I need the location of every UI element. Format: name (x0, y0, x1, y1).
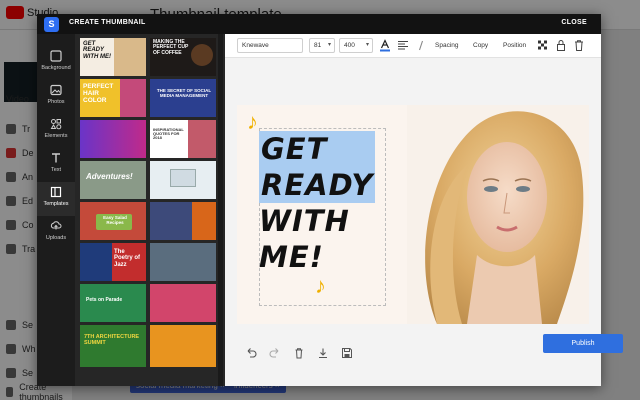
photos-icon (50, 84, 62, 96)
modal-title: CREATE THUMBNAIL (69, 19, 146, 26)
rail-item-elements[interactable]: Elements (37, 114, 75, 148)
rail-label: Photos (47, 99, 65, 105)
delete-icon[interactable] (573, 39, 585, 52)
templates-scrollbar[interactable] (218, 34, 223, 386)
template-get-ready[interactable]: GET READY WITH ME! (80, 38, 146, 76)
templates-panel: GET READY WITH ME! MAKING THE PERFECT CU… (75, 34, 225, 386)
trash-icon[interactable] (293, 347, 305, 359)
music-note-icon: ♪ (247, 109, 258, 134)
editor-area: Knewave 81▾ 400▾ Spacing Copy Position (225, 34, 623, 386)
rail-label: Uploads (45, 235, 67, 241)
template-roses[interactable] (150, 284, 216, 322)
template-grid[interactable] (150, 243, 216, 281)
rail-item-background[interactable]: Background (37, 46, 75, 80)
template-salad[interactable]: Easy Salad Recipes (80, 202, 146, 240)
rail-label: Templates (43, 201, 69, 207)
rail-label: Text (50, 167, 62, 173)
tool-rail: Background Photos Elements Text Template… (37, 34, 75, 386)
italic-icon[interactable] (415, 39, 427, 52)
flowers-photo (188, 120, 216, 158)
headline-line: WITH (259, 204, 350, 238)
template-laptop[interactable] (150, 161, 216, 199)
laptop-icon (170, 169, 196, 187)
thumbnail-canvas[interactable]: GET READY WITH ME! ♪ ♪ (237, 105, 589, 324)
download-icon[interactable] (317, 347, 329, 359)
woman-photo (407, 105, 589, 324)
template-pets[interactable]: Pets on Parade (80, 284, 146, 322)
create-thumbnail-modal: S CREATE THUMBNAIL CLOSE Background Phot… (37, 14, 623, 386)
redo-icon[interactable] (269, 347, 281, 359)
headline-line: GET (259, 131, 376, 167)
align-left-icon[interactable] (397, 39, 409, 52)
templates-icon (50, 186, 62, 198)
template-social-media[interactable]: THE SECRET OF SOCIAL MEDIA MANAGEMENT (150, 79, 216, 117)
save-icon[interactable] (341, 347, 353, 359)
elements-icon (50, 119, 62, 130)
template-berries[interactable] (150, 202, 216, 240)
template-photo (114, 38, 146, 76)
template-purple[interactable] (80, 120, 146, 158)
template-adventures[interactable]: Adventures! (80, 161, 146, 199)
coffee-cup-icon (191, 44, 213, 66)
template-photo (120, 79, 146, 117)
template-coffee[interactable]: MAKING THE PERFECT CUP OF COFFEE (150, 38, 216, 76)
text-icon (52, 153, 60, 163)
template-oranges[interactable] (150, 325, 216, 367)
publish-button[interactable]: Publish (543, 334, 623, 353)
copy-button[interactable]: Copy (473, 42, 488, 49)
brand-logo-icon: S (44, 17, 59, 32)
transparency-icon[interactable] (537, 39, 549, 52)
chevron-down-icon: ▾ (365, 42, 369, 48)
text-color-icon[interactable] (379, 39, 391, 52)
text-toolbar: Knewave 81 ▾ 400 ▾ Spacing Copy Position (225, 34, 601, 58)
modal-header: S CREATE THUMBNAIL CLOSE (37, 14, 601, 34)
canvas-area: GET READY WITH ME! ♪ ♪ (225, 58, 601, 338)
font-weight-select[interactable]: 400 ▾ (339, 38, 373, 53)
template-hair-color[interactable]: PERFECT HAIR COLOR (80, 79, 146, 117)
template-architecture[interactable]: 7TH ARCHITECTURE SUMMIT (80, 325, 146, 367)
rail-item-templates[interactable]: Templates (37, 182, 75, 216)
headline-text[interactable]: GET READY WITH ME! (259, 131, 376, 275)
rail-item-photos[interactable]: Photos (37, 80, 75, 114)
font-family-input[interactable]: Knewave (237, 38, 303, 53)
lock-icon[interactable] (555, 39, 567, 52)
template-photo (192, 202, 216, 240)
undo-icon[interactable] (245, 347, 257, 359)
template-jazz[interactable]: The Poetry of Jazz (80, 243, 146, 281)
uploads-icon (50, 221, 62, 230)
headline-line: READY (259, 167, 376, 203)
position-button[interactable]: Position (503, 42, 526, 49)
rail-item-text[interactable]: Text (37, 148, 75, 182)
background-icon (50, 50, 62, 62)
close-button[interactable]: CLOSE (561, 19, 587, 26)
chevron-down-icon: ▾ (327, 42, 331, 48)
font-size-select[interactable]: 81 ▾ (309, 38, 335, 53)
rail-label: Elements (44, 133, 68, 139)
spacing-button[interactable]: Spacing (435, 42, 459, 49)
headline-line: ME! (259, 240, 324, 274)
rail-label: Background (41, 65, 71, 71)
rail-item-uploads[interactable]: Uploads (37, 216, 75, 250)
music-note-icon: ♪ (315, 273, 326, 298)
template-quotes[interactable]: INSPIRATIONAL QUOTES FOR 2018 (150, 120, 216, 158)
